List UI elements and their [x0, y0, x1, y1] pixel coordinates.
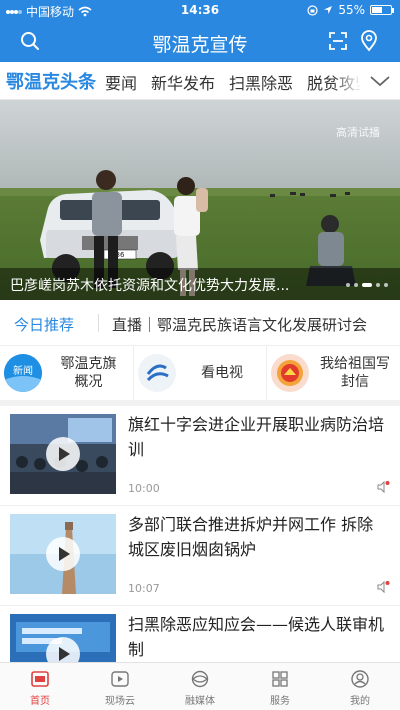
news-list: 旗红十字会进企业开展职业病防治培训 10:00 多部门联合推进拆炉并网工作 拆除…	[0, 406, 400, 662]
letter-icon	[271, 354, 309, 392]
nav-services[interactable]: 服务	[240, 663, 320, 710]
recommend-bar[interactable]: 今日推荐 直播｜鄂温克民族语言文化发展研讨会	[0, 300, 400, 346]
nav-label: 首页	[30, 696, 50, 707]
news-title: 旗红十字会进企业开展职业病防治培训	[128, 415, 385, 459]
user-icon	[351, 670, 369, 688]
carousel-dots	[346, 283, 388, 287]
channel-tabs: 鄂温克头条 要闻 新华发布 扫黑除恶 脱贫攻坚	[0, 62, 400, 100]
carousel-dot	[384, 283, 388, 287]
status-right: 55%	[307, 3, 394, 17]
recommend-label: 今日推荐	[14, 316, 75, 334]
status-bar: 中国移动 14:36 55%	[0, 0, 400, 20]
speaker-icon[interactable]	[376, 480, 390, 494]
app-header: 鄂温克宣传	[0, 20, 400, 62]
shortcut-ewenke-overview[interactable]: 新闻 鄂温克旗 概况	[0, 346, 133, 400]
shortcut-row: 新闻 鄂温克旗 概况 看电视 我给祖国写 封信	[0, 346, 400, 406]
carousel-dot	[346, 283, 350, 287]
news-thumbnail	[10, 514, 116, 594]
hd-trial-label: 高清试播	[336, 126, 380, 139]
carousel-dot	[354, 283, 358, 287]
news-time: 10:00	[128, 482, 160, 495]
media-globe-icon	[191, 670, 209, 688]
scan-icon[interactable]	[326, 29, 350, 53]
play-icon[interactable]	[46, 537, 80, 571]
tabs-fade	[332, 62, 362, 99]
grid-icon	[272, 671, 288, 687]
bottom-nav: 首页 现场云 融媒体 服务 我的	[0, 662, 400, 710]
location-arrow-icon	[324, 6, 333, 14]
nav-media[interactable]: 融媒体	[160, 663, 240, 710]
more-channels-button[interactable]	[360, 62, 400, 99]
nav-label: 现场云	[105, 696, 135, 707]
news-title: 多部门联合推进拆炉并网工作 拆除城区废旧烟囱锅炉	[128, 515, 374, 559]
news-time: 10:07	[128, 582, 160, 595]
tv-logo-icon	[138, 354, 176, 392]
divider	[98, 314, 99, 332]
news-item[interactable]: 旗红十字会进企业开展职业病防治培训 10:00	[0, 406, 400, 506]
lock-rotation-icon	[307, 4, 318, 16]
tab-anti-crime[interactable]: 扫黑除恶	[229, 70, 293, 94]
news-thumbnail	[10, 614, 116, 662]
nav-profile[interactable]: 我的	[320, 663, 400, 710]
video-play-icon	[111, 671, 129, 687]
shortcut-label: 我给祖国写 封信	[320, 356, 390, 390]
shortcut-letter-to-motherland[interactable]: 我给祖国写 封信	[266, 346, 399, 400]
speaker-icon[interactable]	[376, 580, 390, 594]
battery-percent: 55%	[338, 3, 365, 17]
nav-label: 融媒体	[185, 696, 215, 707]
banner-caption: 巴彦嵯岗苏木依托资源和文化优势大力发展...	[0, 268, 400, 300]
news-title: 扫黑除恶应知应会——候选人联审机制	[128, 615, 385, 659]
tab-xinhua-release[interactable]: 新华发布	[151, 70, 215, 94]
shortcut-label: 看电视	[201, 365, 243, 381]
location-pin-icon[interactable]	[357, 29, 381, 53]
nav-label: 服务	[270, 696, 290, 707]
banner-carousel[interactable]: 86 高清试播 巴彦嵯岗苏木依托资源和文化优势大力发展...	[0, 100, 400, 300]
carousel-dot	[376, 283, 380, 287]
shortcut-watch-tv[interactable]: 看电视	[133, 346, 266, 400]
news-thumbnail	[10, 414, 116, 494]
nav-label: 我的	[350, 696, 370, 707]
news-icon-text: 新闻	[13, 364, 33, 377]
tab-important-news[interactable]: 要闻	[105, 70, 137, 94]
battery-icon	[370, 5, 394, 15]
recommend-headline[interactable]: 直播｜鄂温克民族语言文化发展研讨会	[112, 314, 367, 335]
tab-ewenke-headlines[interactable]: 鄂温克头条	[6, 68, 96, 94]
chevron-down-icon	[370, 76, 390, 87]
news-item[interactable]: 多部门联合推进拆炉并网工作 拆除城区废旧烟囱锅炉 10:07	[0, 506, 400, 606]
news-item[interactable]: 扫黑除恶应知应会——候选人联审机制	[0, 606, 400, 662]
battery-fill	[372, 7, 382, 13]
carousel-dot-active	[362, 283, 372, 287]
nav-home[interactable]: 首页	[0, 663, 80, 710]
home-icon	[31, 671, 49, 687]
shortcut-label: 鄂温克旗 概况	[60, 356, 117, 390]
nav-live-cloud[interactable]: 现场云	[80, 663, 160, 710]
news-icon: 新闻	[4, 354, 42, 392]
play-icon[interactable]	[46, 437, 80, 471]
